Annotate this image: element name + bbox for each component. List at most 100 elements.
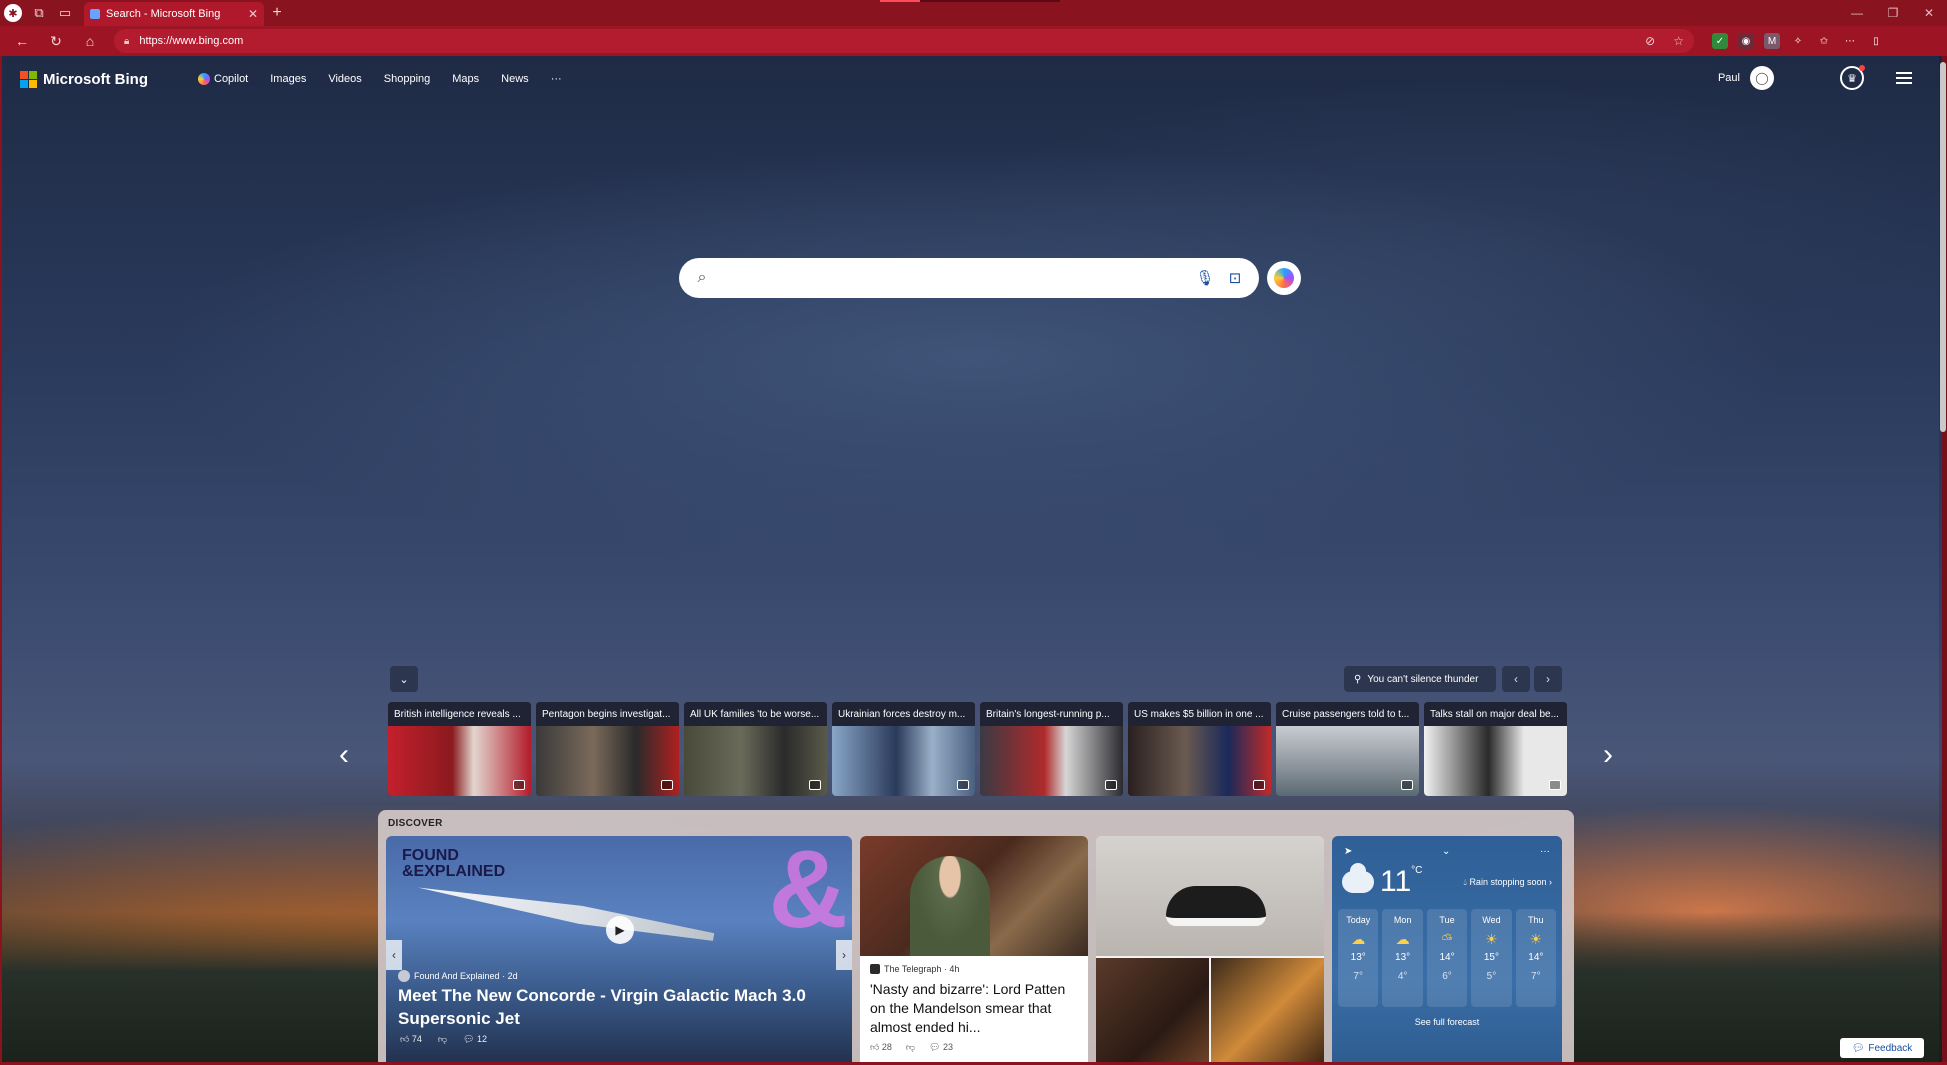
weather-card[interactable]: ➤ ⌄ ··· 11°C 💧︎ Rain stopping soon › Tod… xyxy=(1332,836,1562,1062)
comments-button[interactable]: 💬︎ 12 xyxy=(463,1034,487,1045)
news-headline: British intelligence reveals ... xyxy=(388,702,531,726)
location-pin-icon: ⚲ xyxy=(1354,673,1362,685)
nav-videos[interactable]: Videos xyxy=(328,73,361,85)
vertical-tabs-icon[interactable]: ▭ xyxy=(52,0,78,26)
location-dropdown-icon[interactable]: ⌄ xyxy=(1442,846,1450,857)
new-tab-button[interactable]: + xyxy=(264,4,290,22)
collapse-chevron-icon[interactable]: ⌄ xyxy=(390,666,418,692)
article-source: The Telegraph · 4h xyxy=(860,956,1088,974)
dislike-icon[interactable]: 👎︎ xyxy=(438,1034,447,1045)
search-input[interactable] xyxy=(721,270,1185,286)
nav-shopping[interactable]: Shopping xyxy=(384,73,431,85)
news-headline: Britain's longest-running p... xyxy=(980,702,1123,726)
refresh-icon[interactable]: ↻ xyxy=(40,28,72,54)
nav-maps[interactable]: Maps xyxy=(452,73,479,85)
extension-circle-icon[interactable]: ◉ xyxy=(1738,33,1754,49)
browser-profile-icon[interactable]: ✱ xyxy=(4,4,22,22)
hero-next-icon[interactable]: › xyxy=(836,940,852,970)
comments-button[interactable]: 💬︎ 23 xyxy=(929,1042,953,1053)
discover-section: DISCOVER FOUND &EXPLAINED & ▶ ‹ › Found … xyxy=(378,810,1574,1062)
forecast-day[interactable]: Thu ☀ 14° 7° xyxy=(1515,909,1557,1007)
lock-icon[interactable]: 🔒︎ xyxy=(124,36,129,47)
forecast-day[interactable]: Tue ⛅︎ 14° 6° xyxy=(1426,909,1468,1007)
location-arrow-icon[interactable]: ➤ xyxy=(1344,846,1352,857)
nav-more[interactable]: ··· xyxy=(551,73,562,85)
close-window-icon[interactable]: ✕ xyxy=(1911,6,1947,20)
visual-search-icon[interactable]: ⊡ xyxy=(1225,269,1245,287)
news-card[interactable]: British intelligence reveals ... xyxy=(388,702,531,796)
page-scrollbar[interactable] xyxy=(1939,56,1947,1062)
url-text[interactable]: https://www.bing.com xyxy=(139,35,1635,47)
current-temp: 11°C xyxy=(1380,865,1423,898)
home-icon[interactable]: ⌂ xyxy=(74,28,106,54)
forecast-day[interactable]: Today ☁ 13° 7° xyxy=(1338,909,1379,1007)
tab-bing-search[interactable]: Search - Microsoft Bing ✕ xyxy=(84,2,264,26)
weather-more-icon[interactable]: ··· xyxy=(1540,846,1550,857)
close-tab-icon[interactable]: ✕ xyxy=(248,7,258,21)
copilot-button[interactable] xyxy=(1267,261,1301,295)
microphone-icon[interactable]: 🎙︎ xyxy=(1195,269,1215,287)
extensions-puzzle-icon[interactable]: ✧ xyxy=(1790,33,1806,49)
weather-condition[interactable]: 💧︎ Rain stopping soon › xyxy=(1463,877,1552,888)
brand-name[interactable]: Microsoft Bing xyxy=(43,71,148,88)
ad-card[interactable] xyxy=(1096,836,1324,1062)
like-button[interactable]: 👍︎ 74 xyxy=(400,1034,422,1045)
next-image-icon[interactable]: › xyxy=(1534,666,1562,692)
back-icon[interactable]: ← xyxy=(6,28,38,54)
tracking-prevention-icon[interactable]: ⊘ xyxy=(1645,34,1655,48)
hero-headline[interactable]: Meet The New Concorde - Virgin Galactic … xyxy=(398,984,838,1030)
user-name[interactable]: Paul xyxy=(1718,72,1740,84)
carousel-next-icon[interactable]: › xyxy=(1596,738,1620,772)
forecast-day[interactable]: Mon ☁ 13° 4° xyxy=(1382,909,1423,1007)
sidebar-toggle-icon[interactable]: ▯ xyxy=(1868,33,1884,49)
cloud-icon: ☁ xyxy=(1395,931,1410,947)
image-info-button[interactable]: ⚲ You can't silence thunder xyxy=(1344,666,1496,692)
dislike-icon[interactable]: 👎︎ xyxy=(906,1042,915,1053)
avatar-icon[interactable]: ◯ xyxy=(1750,66,1774,90)
extension-m-icon[interactable]: M xyxy=(1764,33,1780,49)
carousel-prev-icon[interactable]: ‹ xyxy=(332,738,356,772)
news-card[interactable]: Ukrainian forces destroy m... xyxy=(832,702,975,796)
sun-icon: ☀ xyxy=(1485,931,1498,947)
hamburger-menu-icon[interactable] xyxy=(1896,72,1912,84)
article-title[interactable]: 'Nasty and bizarre': Lord Patten on the … xyxy=(860,974,1088,1038)
full-forecast-link[interactable]: See full forecast xyxy=(1332,1017,1562,1027)
nav-images[interactable]: Images xyxy=(270,73,306,85)
address-bar[interactable]: 🔒︎ https://www.bing.com ⊘ ☆ xyxy=(114,29,1694,53)
play-icon[interactable]: ▶ xyxy=(606,916,634,944)
favorite-star-icon[interactable]: ☆ xyxy=(1673,34,1684,48)
prev-image-icon[interactable]: ‹ xyxy=(1502,666,1530,692)
workspaces-icon[interactable]: ⧉ xyxy=(26,0,52,26)
minimize-icon[interactable]: — xyxy=(1839,6,1875,20)
article-image xyxy=(860,836,1088,956)
news-card[interactable]: Cruise passengers told to t... xyxy=(1276,702,1419,796)
extension-checkmark-icon[interactable]: ✓ xyxy=(1712,33,1728,49)
favorites-icon[interactable]: ✩ xyxy=(1816,33,1832,49)
like-button[interactable]: 👍︎ 28 xyxy=(870,1042,892,1053)
gallery-icon xyxy=(1401,780,1413,790)
game-ad-images xyxy=(1096,958,1324,1062)
forecast-day[interactable]: Wed ☀ 15° 5° xyxy=(1471,909,1512,1007)
news-headline: Pentagon begins investigat... xyxy=(536,702,679,726)
browser-more-icon[interactable]: ⋯ xyxy=(1842,33,1858,49)
rain-cloud-icon xyxy=(1342,863,1374,893)
hero-source: Found And Explained · 2d xyxy=(398,970,518,982)
nav-copilot[interactable]: Copilot xyxy=(198,73,248,85)
feedback-button[interactable]: 💬︎ Feedback xyxy=(1840,1038,1924,1058)
news-card[interactable]: Pentagon begins investigat... xyxy=(536,702,679,796)
sun-icon: ☀ xyxy=(1529,931,1543,947)
news-headline: Talks stall on major deal be... xyxy=(1424,702,1567,726)
hero-prev-icon[interactable]: ‹ xyxy=(386,940,402,970)
nav-news[interactable]: News xyxy=(501,73,529,85)
maximize-icon[interactable]: ❐ xyxy=(1875,6,1911,20)
extensions-area: ✓ ◉ M ✧ ✩ ⋯ ▯ xyxy=(1712,33,1884,49)
news-card[interactable]: All UK families 'to be worse... xyxy=(684,702,827,796)
news-card[interactable]: US makes $5 billion in one ... xyxy=(1128,702,1271,796)
news-card[interactable]: Britain's longest-running p... xyxy=(980,702,1123,796)
microsoft-logo-icon[interactable] xyxy=(20,70,37,88)
rewards-trophy-icon[interactable]: ♛ xyxy=(1840,65,1865,90)
article-card[interactable]: The Telegraph · 4h 'Nasty and bizarre': … xyxy=(860,836,1088,1062)
ampersand-graphic: & xyxy=(768,836,848,951)
news-card[interactable]: Talks stall on major deal be... xyxy=(1424,702,1567,796)
hero-video-card[interactable]: FOUND &EXPLAINED & ▶ ‹ › Found And Expla… xyxy=(386,836,852,1062)
